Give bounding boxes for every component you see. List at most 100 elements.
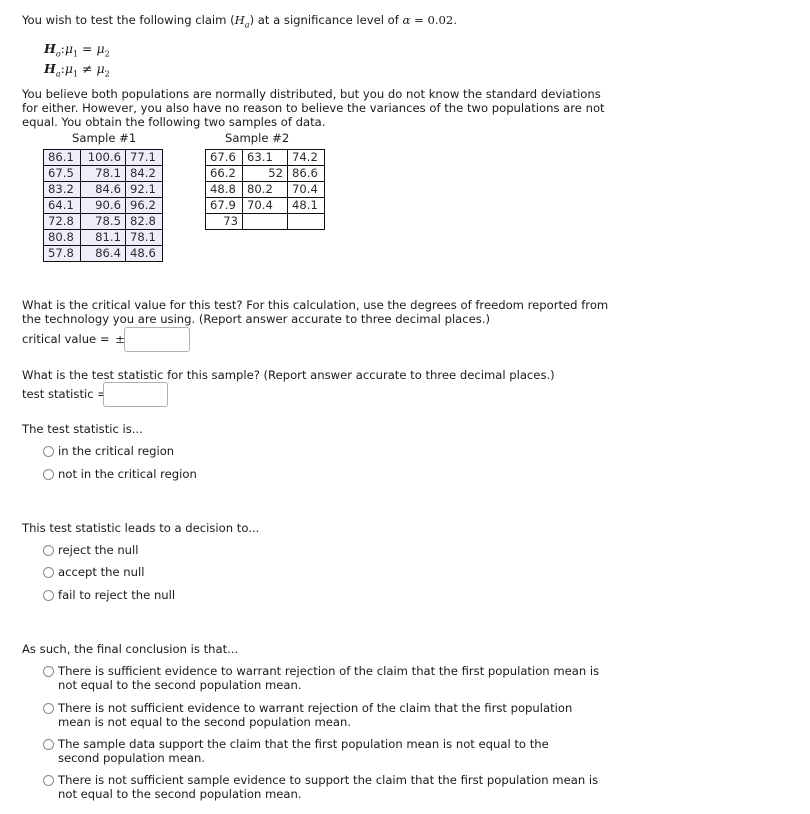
radio-label: accept the null xyxy=(58,565,145,579)
test-statistic-input[interactable] xyxy=(103,382,168,407)
intro-middle: ) at a significance level of xyxy=(249,13,403,27)
radio-button[interactable] xyxy=(43,666,54,677)
table-cell: 86.1 xyxy=(43,149,81,166)
table-row: 67.5 78.1 84.2 xyxy=(43,165,163,182)
table-cell: 66.2 xyxy=(205,165,243,182)
alpha-value: 0.02 xyxy=(427,13,454,27)
table-cell: 83.2 xyxy=(43,181,81,198)
radio-button[interactable] xyxy=(43,590,54,601)
table-cell: 78.1 xyxy=(80,165,126,182)
table-cell: 63.1 xyxy=(242,149,288,166)
table-cell: 72.8 xyxy=(43,213,81,230)
table-cell: 48.1 xyxy=(287,197,325,214)
critical-value-question: What is the critical value for this test… xyxy=(22,298,609,326)
table-cell xyxy=(242,213,288,230)
table-cell: 70.4 xyxy=(242,197,288,214)
radio-label: not in the critical region xyxy=(58,467,197,481)
critical-value-label: critical value = ± xyxy=(22,332,125,346)
decision-question: This test statistic leads to a decision … xyxy=(22,521,260,535)
table-cell: 80.8 xyxy=(43,229,81,246)
test-statistic-question: What is the test statistic for this samp… xyxy=(22,368,555,382)
table-cell: 67.9 xyxy=(205,197,243,214)
table-row: 66.2 52 86.6 xyxy=(205,165,325,182)
table-cell: 84.2 xyxy=(125,165,163,182)
radio-button[interactable] xyxy=(43,567,54,578)
table-row: 83.2 84.6 92.1 xyxy=(43,181,163,198)
description-text: You believe both populations are normall… xyxy=(22,87,605,129)
table-row: 64.1 90.6 96.2 xyxy=(43,197,163,214)
table-cell: 77.1 xyxy=(125,149,163,166)
radio-label: reject the null xyxy=(58,543,139,557)
table-cell: 96.2 xyxy=(125,197,163,214)
table-cell: 74.2 xyxy=(287,149,325,166)
table-cell: 100.6 xyxy=(80,149,126,166)
radio-button[interactable] xyxy=(43,446,54,457)
table-row: 67.9 70.4 48.1 xyxy=(205,197,325,214)
test-statistic-label: test statistic = xyxy=(22,387,107,401)
conclusion-option-4[interactable]: There is not sufficient sample evidence … xyxy=(43,773,603,801)
sample1-label: Sample #1 xyxy=(72,131,137,145)
table-cell: 86.6 xyxy=(287,165,325,182)
radio-label: fail to reject the null xyxy=(58,588,176,602)
decision-option-reject[interactable]: reject the null xyxy=(43,543,138,557)
table-cell: 86.4 xyxy=(80,245,126,262)
table-cell: 70.4 xyxy=(287,181,325,198)
conclusion-question: As such, the final conclusion is that... xyxy=(22,642,239,656)
table-row: 72.8 78.5 82.8 xyxy=(43,213,163,230)
table-row: 48.8 80.2 70.4 xyxy=(205,181,325,198)
hypotheses: Ho:μ1 = μ2 Ha:μ1 ≠ μ2 xyxy=(44,42,110,81)
table-row: 67.6 63.1 74.2 xyxy=(205,149,325,166)
table-cell: 81.1 xyxy=(80,229,126,246)
intro-prefix: You wish to test the following claim ( xyxy=(22,13,235,27)
table-cell: 64.1 xyxy=(43,197,81,214)
intro-period: . xyxy=(453,13,457,27)
table-cell: 90.6 xyxy=(80,197,126,214)
table-cell: 78.1 xyxy=(125,229,163,246)
table-row: 57.8 86.4 48.6 xyxy=(43,245,163,262)
radio-label: There is not sufficient sample evidence … xyxy=(58,773,599,801)
sample2-label: Sample #2 xyxy=(225,131,290,145)
table-cell: 67.5 xyxy=(43,165,81,182)
sample2-table: 67.6 63.1 74.2 66.2 52 86.6 48.8 80.2 70.4 67.9 70… xyxy=(205,149,325,230)
table-cell: 92.1 xyxy=(125,181,163,198)
table-cell: 52 xyxy=(242,165,288,182)
alternative-hypothesis: Ha:μ1 ≠ μ2 xyxy=(44,60,110,78)
region-option-not-in[interactable]: not in the critical region xyxy=(43,467,197,481)
table-cell: 67.6 xyxy=(205,149,243,166)
table-cell: 82.8 xyxy=(125,213,163,230)
claim-symbol: Ha xyxy=(234,13,250,30)
table-cell: 78.5 xyxy=(80,213,126,230)
radio-label: The sample data support the claim that t… xyxy=(58,737,549,765)
radio-label: There is sufficient evidence to warrant … xyxy=(58,664,600,692)
table-row: 86.1 100.6 77.1 xyxy=(43,149,163,166)
conclusion-option-2[interactable]: There is not sufficient evidence to warr… xyxy=(43,701,603,729)
table-row: 73 xyxy=(205,213,325,230)
radio-button[interactable] xyxy=(43,469,54,480)
radio-button[interactable] xyxy=(43,775,54,786)
critical-value-input[interactable] xyxy=(124,327,190,352)
decision-option-accept[interactable]: accept the null xyxy=(43,565,144,579)
table-row: 80.8 81.1 78.1 xyxy=(43,229,163,246)
conclusion-option-3[interactable]: The sample data support the claim that t… xyxy=(43,737,583,765)
table-cell: 84.6 xyxy=(80,181,126,198)
radio-button[interactable] xyxy=(43,739,54,750)
alpha-equals: = xyxy=(410,13,428,27)
radio-button[interactable] xyxy=(43,703,54,714)
table-cell: 48.6 xyxy=(125,245,163,262)
table-cell xyxy=(287,213,325,230)
null-hypothesis: Ho:μ1 = μ2 xyxy=(44,41,110,59)
critical-value-label-text: critical value = xyxy=(22,332,114,346)
region-question: The test statistic is... xyxy=(22,422,143,436)
table-cell: 57.8 xyxy=(43,245,81,262)
radio-label: in the critical region xyxy=(58,444,175,458)
radio-button[interactable] xyxy=(43,545,54,556)
table-cell: 73 xyxy=(205,213,243,230)
table-cell: 48.8 xyxy=(205,181,243,198)
decision-option-fail-to-reject[interactable]: fail to reject the null xyxy=(43,588,175,602)
table-cell: 80.2 xyxy=(242,181,288,198)
region-option-in[interactable]: in the critical region xyxy=(43,444,174,458)
radio-label: There is not sufficient evidence to warr… xyxy=(58,701,573,729)
sample1-table: 86.1 100.6 77.1 67.5 78.1 84.2 83.2 84.6 92.1 64.… xyxy=(43,149,163,262)
conclusion-option-1[interactable]: There is sufficient evidence to warrant … xyxy=(43,664,603,692)
intro-text: You wish to test the following claim (Ha… xyxy=(22,13,457,32)
